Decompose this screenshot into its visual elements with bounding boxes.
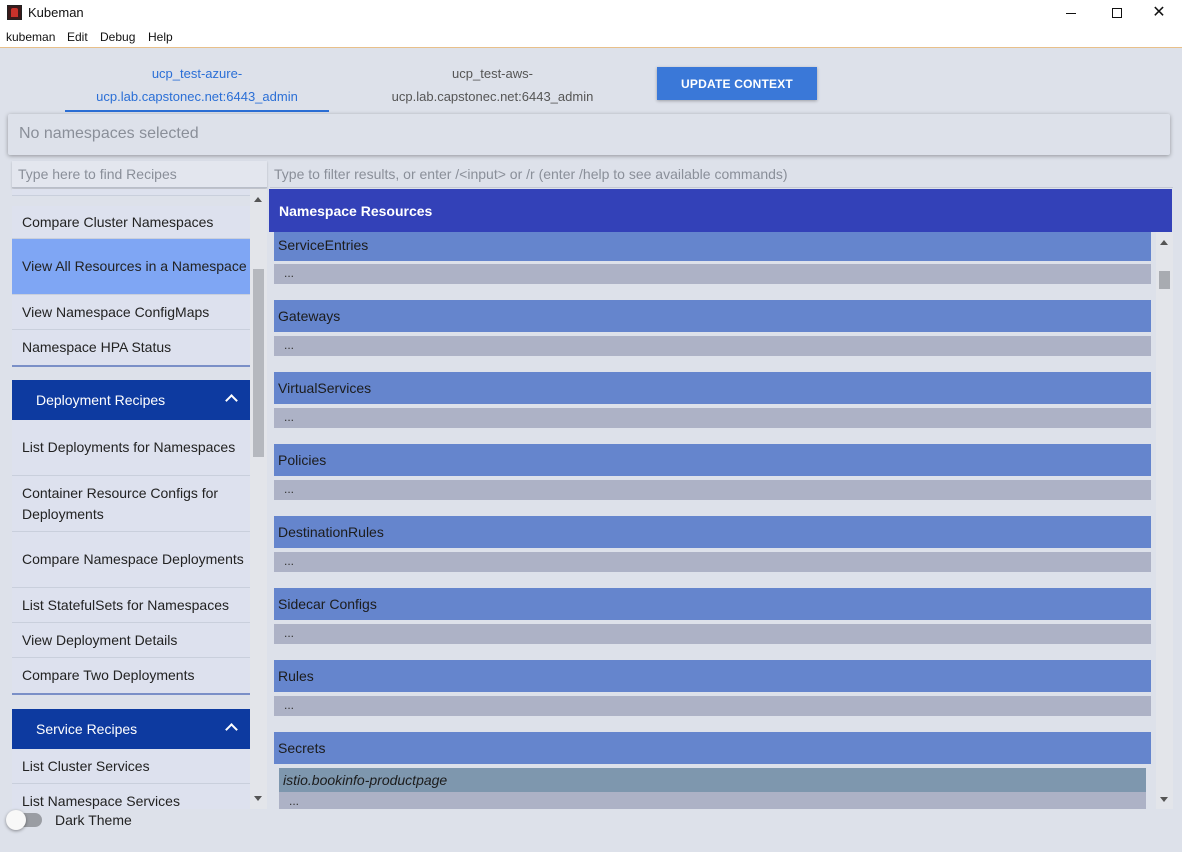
section-content: ... [274,408,1151,428]
menu-debug[interactable]: Debug [100,30,135,44]
section-title-rules: Rules [274,660,1151,692]
scrollbar-thumb[interactable] [253,269,264,457]
sidebar-scrollbar[interactable] [250,189,267,809]
recipe-search-input[interactable] [12,161,267,188]
close-button[interactable]: ✕ [1136,0,1182,26]
section-title-secrets: Secrets [274,732,1151,764]
section-title-sidecar-configs: Sidecar Configs [274,588,1151,620]
context-tab-line2: ucp.lab.capstonec.net:6443_admin [96,89,298,104]
context-tab-line1: ucp_test-azure- [151,66,243,81]
sidebar-item-label: Compare Namespace Deployments [22,551,244,567]
sidebar-item-partial[interactable] [12,189,250,196]
close-icon: ✕ [1152,4,1166,21]
sidebar-item-label: Compare Two Deployments [22,667,195,683]
section-title-policies: Policies [274,444,1151,476]
results-scrollbar[interactable] [1156,232,1173,809]
namespace-status-text: No namespaces selected [19,125,199,142]
sidebar-item-label: Namespace HPA Status [22,339,172,355]
scroll-down-icon[interactable] [254,796,262,801]
scroll-down-icon[interactable] [1160,797,1168,802]
section-title-gateways: Gateways [274,300,1151,332]
service-recipes-header[interactable]: Service Recipes [12,709,250,749]
update-context-button[interactable]: UPDATE CONTEXT [657,67,817,100]
results-panel: ServiceEntries ... Gateways ... VirtualS… [269,232,1155,809]
sidebar-item-namespace-hpa-status[interactable]: Namespace HPA Status [12,330,250,367]
menu-help[interactable]: Help [148,30,173,44]
minimize-button[interactable] [1048,0,1094,26]
title-bar: Kubeman ✕ [0,0,1182,26]
secret-item-title: istio.bookinfo-productpage [279,768,1146,792]
minimize-icon [1066,13,1076,14]
recipe-sidebar: Compare Cluster Namespaces View All Reso… [12,189,250,809]
section-title-destinationrules: DestinationRules [274,516,1151,548]
sidebar-item-label: List StatefulSets for Namespaces [22,596,229,613]
sidebar-item-label: List Deployments for Namespaces [22,439,236,455]
section-content: ... [274,336,1151,356]
results-filter-input[interactable] [270,161,1173,188]
chevron-up-icon[interactable] [226,722,236,732]
section-content: ... [274,264,1151,284]
sidebar-item-label: List Cluster Services [22,757,150,774]
sidebar-item-container-resource-configs[interactable]: Container Resource Configs for Deploymen… [12,476,250,532]
kubeman-logo-icon [7,5,22,20]
menu-kubeman[interactable]: kubeman [6,30,55,44]
section-content: ... [274,624,1151,644]
section-title-virtualservices: VirtualServices [274,372,1151,404]
window-title: Kubeman [28,5,84,20]
context-tab-azure[interactable]: ucp_test-azure- ucp.lab.capstonec.net:64… [65,62,329,112]
sidebar-item-list-statefulsets[interactable]: List StatefulSets for Namespaces [12,588,250,623]
maximize-button[interactable] [1094,0,1140,26]
section-content: ... [279,792,1146,809]
dark-theme-label: Dark Theme [55,812,132,828]
sidebar-item-compare-two-deployments[interactable]: Compare Two Deployments [12,658,250,695]
sidebar-item-label: List Namespace Services [22,792,180,809]
sidebar-item-view-namespace-configmaps[interactable]: View Namespace ConfigMaps [12,295,250,330]
deployment-recipes-header[interactable]: Deployment Recipes [12,380,250,420]
sidebar-item-list-cluster-services[interactable]: List Cluster Services [12,749,250,784]
sidebar-item-compare-namespace-deployments[interactable]: Compare Namespace Deployments [12,532,250,588]
section-header-label: Deployment Recipes [36,392,166,408]
sidebar-item-list-deployments[interactable]: List Deployments for Namespaces [12,420,250,476]
namespace-selector[interactable]: No namespaces selected [8,114,1170,155]
sidebar-item-list-namespace-services[interactable]: List Namespace Services [12,784,250,809]
sidebar-item-label: View Namespace ConfigMaps [22,303,210,320]
section-content: ... [274,480,1151,500]
dark-theme-toggle[interactable] [6,810,42,830]
context-tab-line2: ucp.lab.capstonec.net:6443_admin [391,89,594,104]
sidebar-item-compare-cluster-namespaces[interactable]: Compare Cluster Namespaces [12,206,250,239]
scroll-up-icon[interactable] [254,197,262,202]
scrollbar-thumb[interactable] [1159,271,1170,289]
context-tab-aws[interactable]: ucp_test-aws- ucp.lab.capstonec.net:6443… [360,62,625,112]
menu-bar: kubeman Edit Debug Help [0,26,1182,48]
section-title-serviceentries: ServiceEntries [274,232,1151,261]
sidebar-item-label: Compare Cluster Namespaces [22,213,214,230]
menu-edit[interactable]: Edit [67,30,88,44]
sidebar-item-label: Container Resource Configs for Deploymen… [22,484,219,522]
section-content: ... [274,696,1151,716]
maximize-icon [1112,8,1122,18]
sidebar-item-view-all-resources[interactable]: View All Resources in a Namespace [12,239,250,295]
results-header: Namespace Resources [269,189,1172,232]
sidebar-item-label: View All Resources in a Namespace [22,258,247,274]
context-tab-line1: ucp_test-aws- [452,66,533,81]
toggle-knob[interactable] [6,810,26,830]
sidebar-item-view-deployment-details[interactable]: View Deployment Details [12,623,250,658]
chevron-up-icon[interactable] [226,393,236,403]
scroll-up-icon[interactable] [1160,240,1168,245]
section-content: ... [274,552,1151,572]
section-header-label: Service Recipes [36,721,138,737]
sidebar-item-label: View Deployment Details [22,631,178,648]
